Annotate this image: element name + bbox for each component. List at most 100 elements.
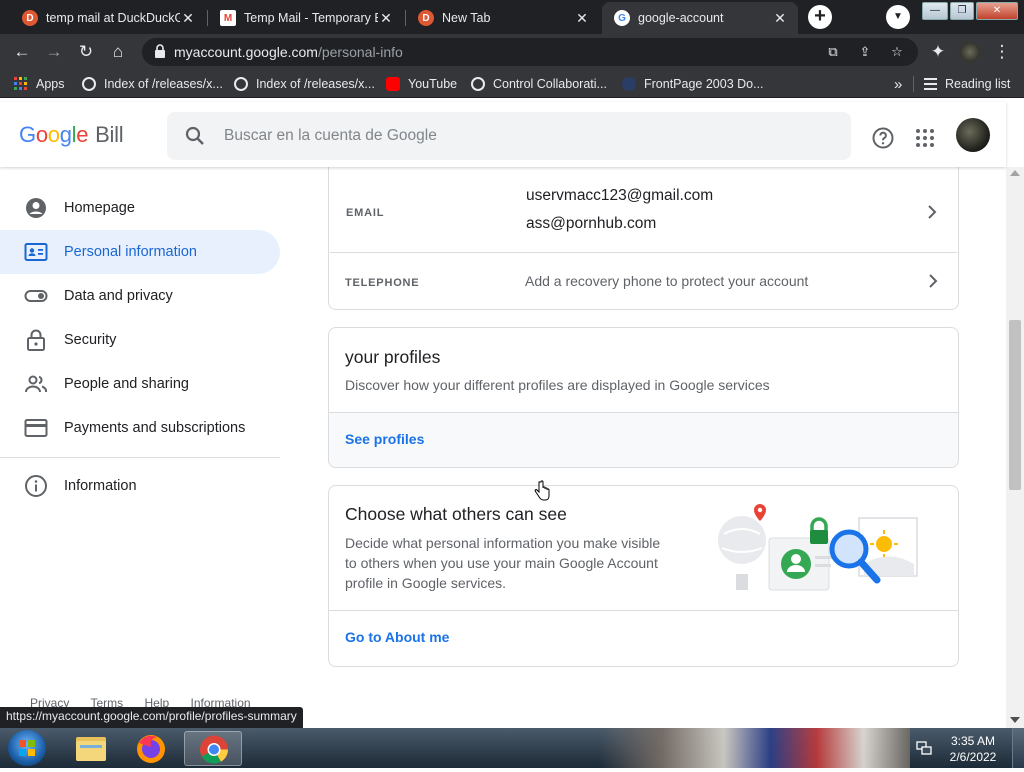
google-bill-logo[interactable]: Google Bill (19, 122, 124, 148)
tab-duckduckgo-search[interactable]: D temp mail at DuckDuckG ✕ (10, 2, 206, 34)
new-tab-button[interactable]: + (808, 5, 832, 29)
taskbar-chrome[interactable] (184, 731, 242, 766)
share-icon[interactable]: ⇪ (856, 43, 874, 61)
see-profiles-row[interactable]: See profiles (329, 413, 958, 467)
tab-temp-mail[interactable]: M Temp Mail - Temporary E ✕ (208, 2, 404, 34)
profiles-card-title: your profiles (345, 347, 441, 367)
tab-title: Temp Mail - Temporary E (244, 11, 378, 25)
back-button[interactable]: ← (10, 40, 34, 64)
lock-icon[interactable] (154, 44, 166, 58)
sidebar-item-data-and-privacy[interactable]: Data and privacy (0, 274, 280, 318)
chrome-icon (200, 735, 228, 764)
info-icon (25, 475, 47, 497)
see-profiles-link[interactable]: See profiles (345, 431, 424, 447)
bookmark-star-icon[interactable]: ☆ (888, 43, 906, 61)
extensions-icon[interactable]: ✦ (926, 40, 950, 64)
scroll-down-arrow[interactable] (1010, 717, 1020, 723)
account-avatar[interactable] (956, 118, 990, 152)
network-icon[interactable] (916, 740, 932, 756)
globe-icon (471, 77, 485, 91)
tab-new-tab[interactable]: D New Tab ✕ (406, 2, 600, 34)
account-search-box[interactable]: Buscar en la cuenta de Google (167, 112, 851, 160)
bookmarks-overflow-button[interactable]: » (894, 75, 902, 93)
globe-icon (82, 77, 96, 91)
email-secondary: ass@pornhub.com (526, 215, 657, 232)
bookmark-index-releases-1[interactable]: Index of /releases/x... (82, 75, 223, 93)
bookmark-label: Apps (36, 77, 65, 91)
tab-google-account[interactable]: G google-account ✕ (602, 2, 798, 34)
bookmark-control-collaboration[interactable]: Control Collaborati... (471, 75, 607, 93)
show-desktop-button[interactable] (1012, 728, 1024, 768)
sidebar-item-personal-information[interactable]: Personal information (0, 230, 280, 274)
sidebar-item-label: Data and privacy (64, 288, 173, 304)
scrollbar-thumb[interactable] (1009, 320, 1021, 490)
chevron-right-icon (928, 205, 937, 219)
close-tab-icon[interactable]: ✕ (180, 10, 196, 27)
sidebar-item-label: Payments and subscriptions (64, 420, 246, 436)
hand-cursor-icon (534, 480, 550, 501)
sidebar-item-label: Security (64, 332, 117, 348)
tab-search-button[interactable]: ▼ (886, 5, 910, 29)
close-tab-icon[interactable]: ✕ (574, 10, 590, 27)
taskbar-file-explorer[interactable] (62, 731, 120, 766)
people-icon (25, 375, 48, 393)
scroll-up-arrow[interactable] (1010, 170, 1020, 176)
reading-list-icon (924, 78, 937, 90)
duckduckgo-icon: D (22, 10, 38, 26)
profiles-card: your profiles Discover how your differen… (328, 327, 959, 468)
go-to-about-me-link[interactable]: Go to About me (345, 629, 449, 645)
lock-icon (27, 329, 45, 351)
product-name: Bill (95, 122, 124, 147)
close-tab-icon[interactable]: ✕ (772, 10, 788, 27)
help-icon[interactable] (871, 126, 895, 150)
home-button[interactable]: ⌂ (106, 40, 130, 64)
email-primary: uservmacc123@gmail.com (526, 187, 714, 204)
translate-icon[interactable]: ⧉ (824, 43, 842, 61)
clock-date: 2/6/2022 (949, 750, 997, 764)
close-window-button[interactable]: ✕ (976, 2, 1018, 20)
telephone-label: TELEPHONE (345, 277, 420, 289)
reading-list-button[interactable]: Reading list (924, 75, 1010, 93)
close-tab-icon[interactable]: ✕ (378, 10, 394, 27)
email-row[interactable]: EMAIL uservmacc123@gmail.com ass@pornhub… (330, 167, 957, 253)
bookmark-youtube[interactable]: YouTube (386, 75, 457, 93)
bookmarks-divider (913, 76, 914, 92)
visibility-card-title: Choose what others can see (345, 504, 567, 524)
credit-card-icon (24, 419, 48, 437)
sidebar-item-label: People and sharing (64, 376, 189, 392)
sidebar-item-payments-and-subscriptions[interactable]: Payments and subscriptions (0, 406, 280, 450)
sidebar-divider (0, 457, 280, 458)
bookmark-apps[interactable]: Apps (14, 75, 65, 93)
menu-kebab-icon[interactable]: ⋮ (990, 40, 1014, 64)
profile-visibility-illustration (718, 504, 918, 591)
contact-info-card: EMAIL uservmacc123@gmail.com ass@pornhub… (328, 150, 959, 310)
visibility-card-divider (329, 610, 958, 611)
taskbar-firefox[interactable] (122, 731, 180, 766)
sidebar-item-people-and-sharing[interactable]: People and sharing (0, 362, 280, 406)
windows-start-button[interactable] (8, 730, 46, 766)
chevron-right-icon (929, 274, 938, 288)
telephone-value: Add a recovery phone to protect your acc… (525, 273, 809, 289)
sidebar-item-label: Homepage (64, 200, 135, 216)
sidebar-item-homepage[interactable]: Homepage (0, 186, 280, 230)
tab-title: temp mail at DuckDuckG (46, 11, 180, 25)
maximize-button[interactable]: ❐ (950, 2, 974, 20)
search-icon[interactable] (185, 126, 205, 146)
firefox-icon (137, 735, 165, 763)
account-circle-icon (26, 198, 46, 218)
bookmark-frontpage[interactable]: FrontPage 2003 Do... (622, 75, 764, 93)
taskbar-clock[interactable]: 3:35 AM 2/6/2022 (945, 733, 1001, 765)
reload-button[interactable]: ↻ (74, 40, 98, 64)
minimize-button[interactable]: — (922, 2, 948, 20)
visibility-card: Choose what others can see Decide what p… (328, 485, 959, 667)
address-bar[interactable]: myaccount.google.com/personal-info ⧉ ⇪ ☆ (142, 38, 918, 66)
profile-avatar-small[interactable] (958, 40, 982, 64)
telephone-row[interactable]: TELEPHONE Add a recovery phone to protec… (329, 254, 958, 308)
windows-logo-icon (19, 740, 35, 756)
url-text[interactable]: myaccount.google.com/personal-info (174, 44, 403, 60)
sidebar-item-security[interactable]: Security (0, 318, 280, 362)
google-apps-icon[interactable] (913, 126, 937, 150)
forward-button[interactable]: → (42, 40, 66, 64)
bookmark-index-releases-2[interactable]: Index of /releases/x... (234, 75, 375, 93)
sidebar-item-information[interactable]: Information (0, 464, 280, 508)
